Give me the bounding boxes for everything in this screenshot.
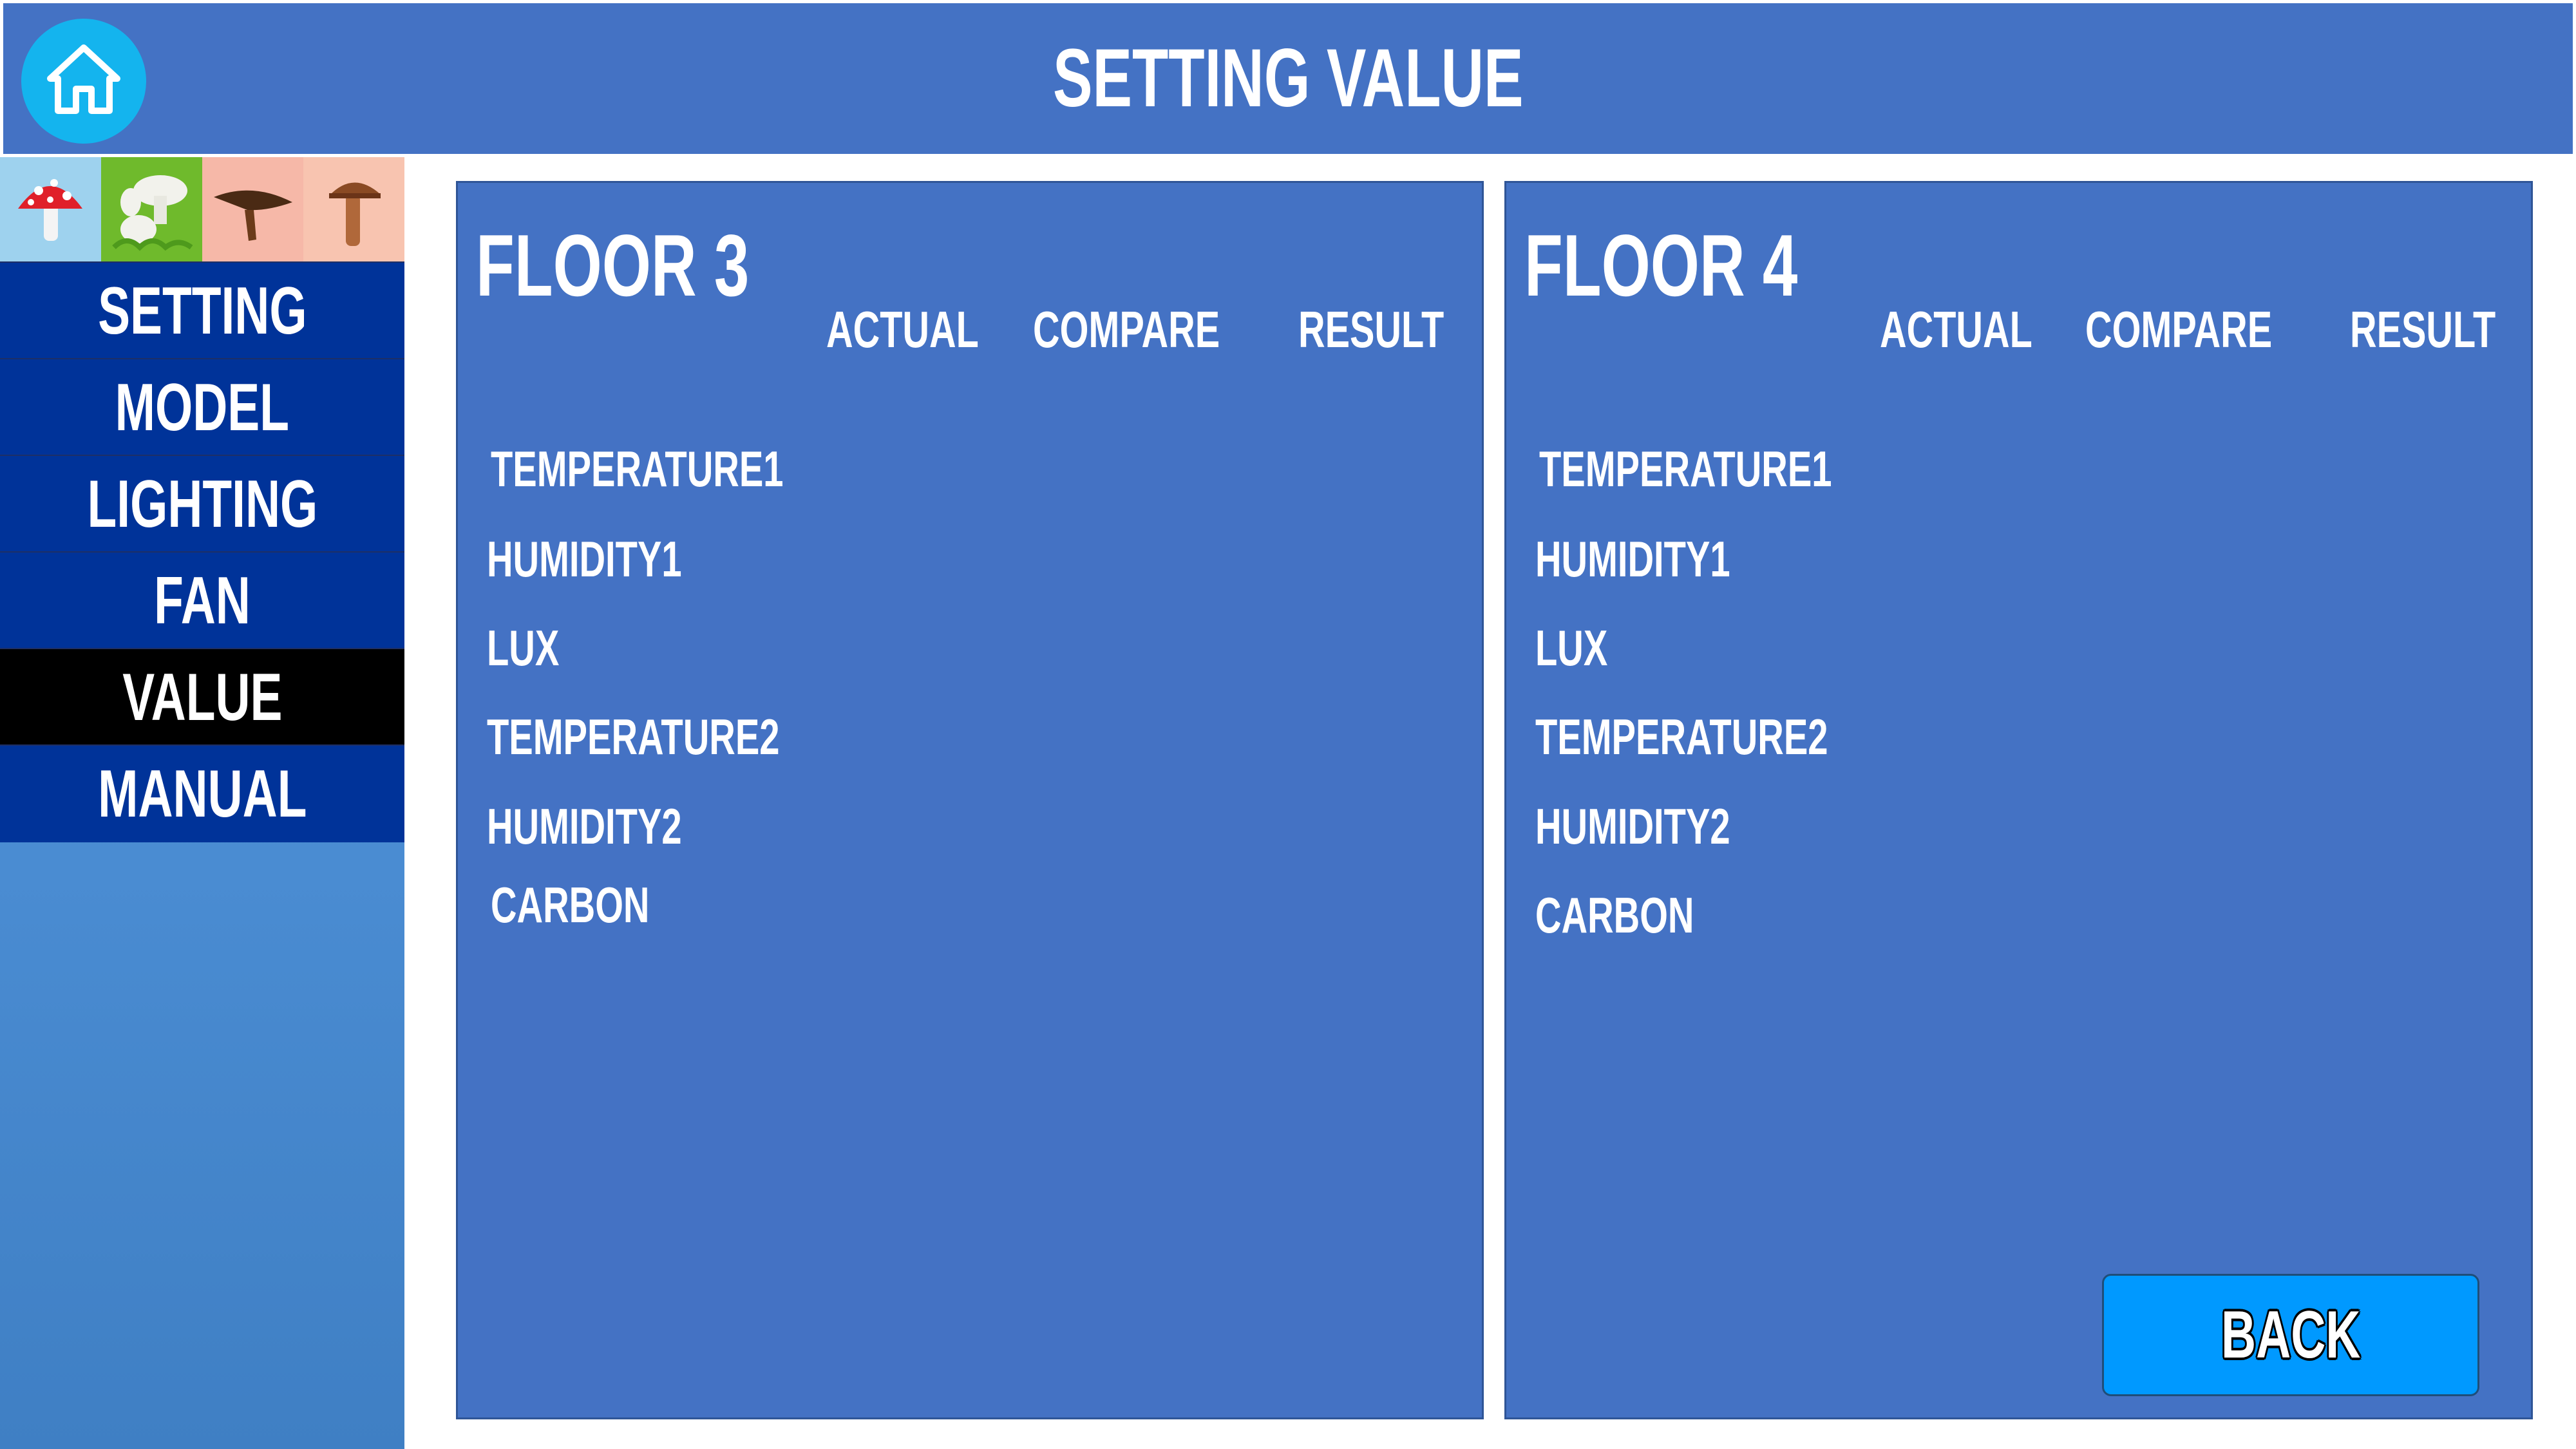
sidebar-item-lighting[interactable]: LIGHTING: [0, 455, 404, 553]
column-header-compare: COMPARE: [2085, 301, 2273, 358]
floor3-panel: FLOOR 3 ACTUAL COMPARE RESULT TEMPERATUR…: [456, 181, 1484, 1419]
sidebar-item-fan[interactable]: FAN: [0, 551, 404, 649]
column-header-compare: COMPARE: [1033, 301, 1220, 358]
row-label-temperature1: TEMPERATURE1: [1539, 440, 1832, 497]
row-label-humidity2: HUMIDITY2: [1535, 798, 1730, 855]
panel-title: FLOOR 4: [1524, 216, 1798, 314]
header-bar: SETTING VALUE: [3, 3, 2573, 154]
home-icon: [47, 44, 120, 114]
mushroom-banner: [0, 157, 404, 261]
sidebar-item-value[interactable]: VALUE: [0, 648, 404, 746]
sidebar: SETTING MODEL LIGHTING FAN VALUE MANUAL: [0, 157, 404, 1449]
column-header-result: RESULT: [1298, 301, 1444, 358]
page-title: SETTING VALUE: [1052, 32, 1524, 124]
row-label-humidity2: HUMIDITY2: [487, 798, 682, 855]
sidebar-item-setting[interactable]: SETTING: [0, 261, 404, 359]
row-label-humidity1: HUMIDITY1: [487, 531, 682, 587]
white-mushrooms-icon: [101, 157, 202, 261]
row-label-carbon: CARBON: [491, 876, 650, 933]
red-toadstool-icon: [0, 157, 101, 261]
floor4-panel: FLOOR 4 ACTUAL COMPARE RESULT TEMPERATUR…: [1504, 181, 2533, 1419]
row-label-temperature1: TEMPERATURE1: [491, 440, 784, 497]
row-label-lux: LUX: [1535, 620, 1608, 676]
panel-title: FLOOR 3: [476, 216, 750, 314]
brown-cap-mushroom-icon: [202, 157, 303, 261]
sidebar-item-model[interactable]: MODEL: [0, 358, 404, 456]
tall-brown-mushroom-icon: [303, 157, 404, 261]
column-header-result: RESULT: [2350, 301, 2496, 358]
home-button[interactable]: [21, 19, 146, 144]
row-label-temperature2: TEMPERATURE2: [1535, 708, 1828, 765]
back-button[interactable]: BACK: [2102, 1274, 2479, 1396]
row-label-carbon: CARBON: [1535, 887, 1694, 943]
sidebar-item-manual[interactable]: MANUAL: [0, 744, 404, 842]
row-label-lux: LUX: [487, 620, 560, 676]
row-label-humidity1: HUMIDITY1: [1535, 531, 1730, 587]
column-header-actual: ACTUAL: [826, 301, 979, 358]
column-header-actual: ACTUAL: [1880, 301, 2032, 358]
row-label-temperature2: TEMPERATURE2: [487, 708, 780, 765]
